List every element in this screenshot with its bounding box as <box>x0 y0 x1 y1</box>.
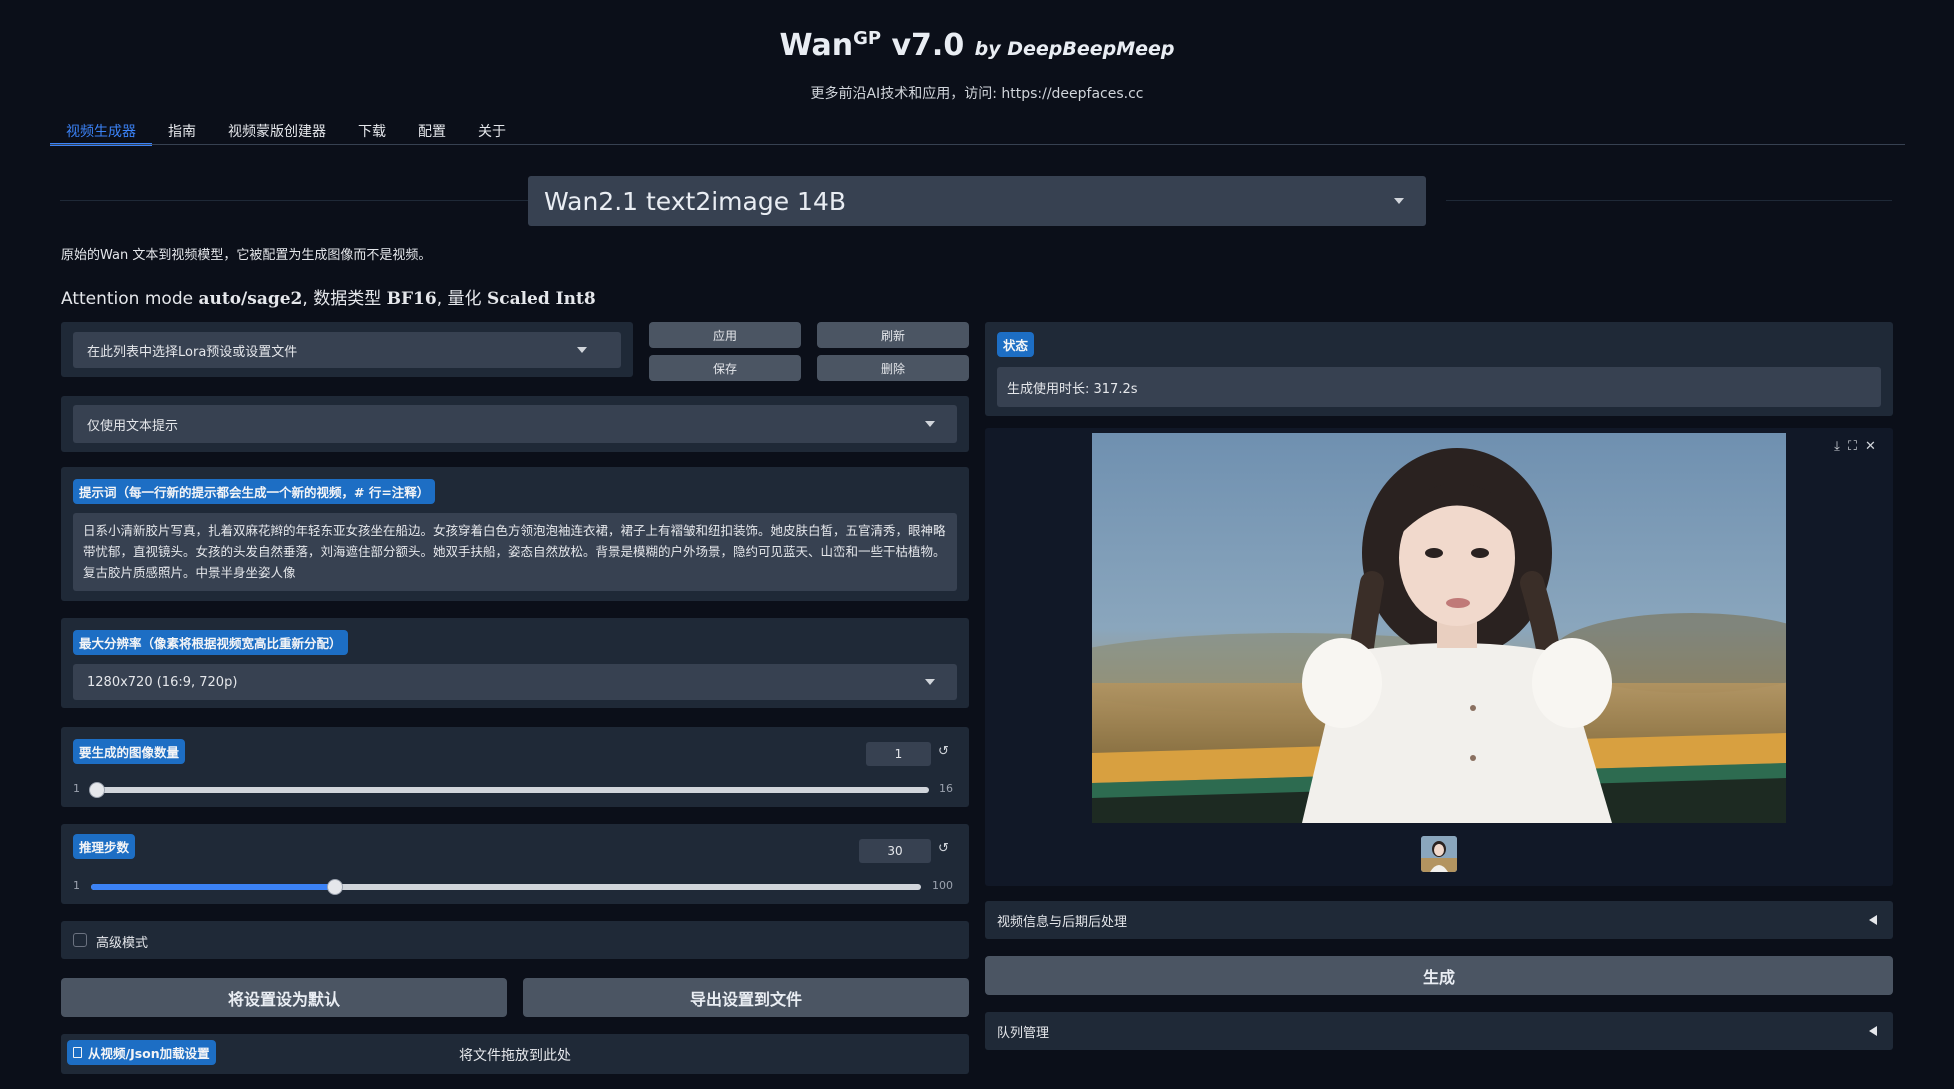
tab-downloads[interactable]: 下载 <box>342 118 402 146</box>
lora-preset-panel: 在此列表中选择Lora预设或设置文件 <box>61 322 633 377</box>
resolution-label: 最大分辨率（像素将根据视频宽高比重新分配） <box>73 630 348 655</box>
export-settings-button[interactable]: 导出设置到文件 <box>523 978 969 1017</box>
save-button[interactable]: 保存 <box>649 355 801 381</box>
queue-label: 队列管理 <box>997 1025 1050 1041</box>
steps-slider-fill <box>91 884 334 890</box>
status-label: 状态 <box>997 332 1035 357</box>
attention-info: Attention mode auto/sage2, 数据类型 BF16, 量化… <box>61 289 596 309</box>
generate-button[interactable]: 生成 <box>985 956 1893 995</box>
num-images-input[interactable]: 1 <box>866 742 931 766</box>
slider-min: 1 <box>73 879 80 892</box>
steps-label: 推理步数 <box>73 834 136 859</box>
model-selected: Wan2.1 text2image 14B <box>544 186 847 216</box>
divider <box>1446 200 1892 201</box>
prompt-mode-panel: 仅使用文本提示 <box>61 396 969 452</box>
slider-min: 1 <box>73 782 80 795</box>
close-icon[interactable]: ✕ <box>1865 439 1876 454</box>
delete-button[interactable]: 删除 <box>817 355 969 381</box>
queue-accordion[interactable]: 队列管理 <box>985 1012 1893 1050</box>
generated-image[interactable] <box>1092 433 1786 823</box>
model-description: 原始的Wan 文本到视频模型，它被配置为生成图像而不是视频。 <box>61 248 432 263</box>
lora-preset-placeholder: 在此列表中选择Lora预设或设置文件 <box>87 344 298 360</box>
refresh-button[interactable]: 刷新 <box>817 322 969 348</box>
steps-input[interactable]: 30 <box>859 839 931 863</box>
download-icon[interactable]: ⤓ <box>1834 439 1840 454</box>
num-images-slider-thumb[interactable] <box>89 782 105 798</box>
tab-guide[interactable]: 指南 <box>152 118 212 146</box>
divider <box>60 200 528 201</box>
tab-video-generator[interactable]: 视频生成器 <box>50 118 152 146</box>
slider-max: 16 <box>939 782 953 795</box>
status-panel: 状态 生成使用时长: 317.2s <box>985 322 1893 416</box>
steps-slider-thumb[interactable] <box>327 879 343 895</box>
video-info-label: 视频信息与后期后处理 <box>997 914 1128 930</box>
tab-divider <box>50 144 1905 145</box>
resolution-panel: 最大分辨率（像素将根据视频宽高比重新分配） 1280x720 (16:9, 72… <box>61 618 969 708</box>
prompt-mode-value: 仅使用文本提示 <box>87 418 179 434</box>
subtitle: 更多前沿AI技术和应用，访问: https://deepfaces.cc <box>810 86 1144 102</box>
collapse-arrow-icon <box>1869 915 1877 925</box>
app-title: WanGP v7.0 by DeepBeepMeep <box>779 28 1175 63</box>
set-default-button[interactable]: 将设置设为默认 <box>61 978 507 1017</box>
thumbnail[interactable] <box>1421 836 1457 872</box>
image-gallery: ⤓ ⛶ ✕ <box>985 428 1893 886</box>
drop-zone-text: 将文件拖放到此处 <box>459 1048 571 1064</box>
num-images-panel: 要生成的图像数量 1 ↺ 1 16 <box>61 727 969 807</box>
prompt-textarea[interactable]: 日系小清新胶片写真，扎着双麻花辫的年轻东亚女孩坐在船边。女孩穿着白色方领泡泡袖连… <box>73 513 957 591</box>
chevron-down-icon <box>925 421 935 427</box>
chevron-down-icon <box>1394 198 1404 204</box>
advanced-mode-panel: 高级模式 <box>61 921 969 959</box>
prompt-panel: 提示词（每一行新的提示都会生成一个新的视频，# 行=注释） 日系小清新胶片写真，… <box>61 467 969 601</box>
chevron-down-icon <box>577 347 587 353</box>
gallery-toolbar: ⤓ ⛶ ✕ <box>1820 434 1890 458</box>
model-dropdown[interactable]: Wan2.1 text2image 14B <box>528 176 1426 226</box>
resolution-dropdown[interactable]: 1280x720 (16:9, 720p) <box>73 664 957 700</box>
prompt-mode-dropdown[interactable]: 仅使用文本提示 <box>73 405 957 443</box>
slider-max: 100 <box>932 879 953 892</box>
load-settings-panel[interactable]: 从视频/Json加载设置 将文件拖放到此处 <box>61 1034 969 1074</box>
status-text: 生成使用时长: 317.2s <box>997 367 1881 407</box>
tab-mask-creator[interactable]: 视频蒙版创建器 <box>212 118 342 146</box>
collapse-arrow-icon <box>1869 1026 1877 1036</box>
tab-about[interactable]: 关于 <box>462 118 522 146</box>
reset-icon[interactable]: ↺ <box>938 744 949 759</box>
chevron-down-icon <box>925 679 935 685</box>
resolution-value: 1280x720 (16:9, 720p) <box>87 674 238 690</box>
video-info-accordion[interactable]: 视频信息与后期后处理 <box>985 901 1893 939</box>
num-images-label: 要生成的图像数量 <box>73 739 186 764</box>
num-images-slider[interactable] <box>91 787 929 793</box>
reset-icon[interactable]: ↺ <box>938 841 949 856</box>
steps-panel: 推理步数 30 ↺ 1 100 <box>61 824 969 904</box>
tab-bar: 视频生成器 指南 视频蒙版创建器 下载 配置 关于 <box>50 118 522 146</box>
advanced-mode-checkbox[interactable] <box>73 933 87 947</box>
fullscreen-icon[interactable]: ⛶ <box>1848 439 1857 454</box>
apply-button[interactable]: 应用 <box>649 322 801 348</box>
prompt-label: 提示词（每一行新的提示都会生成一个新的视频，# 行=注释） <box>73 479 436 504</box>
lora-preset-dropdown[interactable]: 在此列表中选择Lora预设或设置文件 <box>73 332 621 368</box>
tab-config[interactable]: 配置 <box>402 118 462 146</box>
advanced-mode-label: 高级模式 <box>96 936 149 951</box>
